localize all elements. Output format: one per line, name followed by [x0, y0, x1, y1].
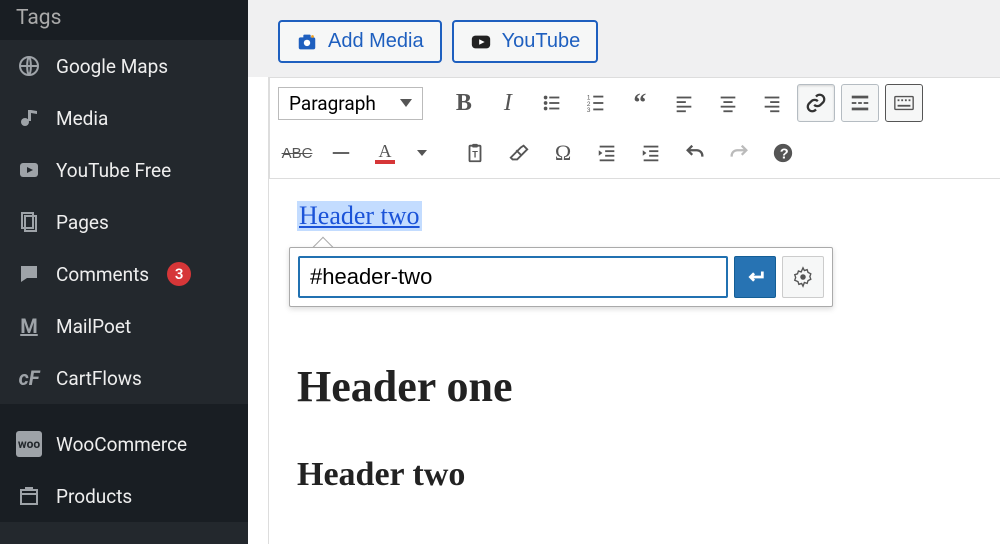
youtube-button[interactable]: YouTube [452, 20, 599, 63]
sidebar-item-label: MailPoet [56, 315, 131, 338]
align-right-icon [761, 92, 783, 114]
numbered-list-icon: 123 [585, 92, 607, 114]
svg-text:3: 3 [587, 107, 591, 114]
redo-button[interactable] [720, 134, 758, 172]
sidebar-item-woocommerce[interactable]: woo WooCommerce [0, 418, 248, 470]
content-heading-2[interactable]: Header two [297, 456, 972, 494]
align-left-button[interactable] [665, 84, 703, 122]
editor-content-area[interactable]: Header two Header one Header two [269, 179, 1000, 544]
main-editor-area: Add Media YouTube Paragraph B I 123 “ [248, 0, 1000, 544]
link-apply-button[interactable] [734, 256, 776, 298]
undo-button[interactable] [676, 134, 714, 172]
sidebar-item-label: Products [56, 485, 132, 508]
align-right-button[interactable] [753, 84, 791, 122]
help-button[interactable]: ? [764, 134, 802, 172]
horizontal-rule-button[interactable] [322, 134, 360, 172]
globe-icon [16, 53, 42, 79]
sidebar-item-cartflows[interactable]: cF CartFlows [0, 352, 248, 404]
comments-count-badge: 3 [167, 262, 191, 286]
content-heading-1[interactable]: Header one [297, 361, 972, 412]
sidebar-item-label: Pages [56, 211, 109, 234]
woocommerce-icon: woo [16, 431, 42, 457]
products-icon [16, 483, 42, 509]
keyboard-icon [893, 92, 915, 114]
clipboard-icon: T [464, 142, 486, 164]
link-url-input[interactable] [298, 256, 728, 298]
cartflows-icon: cF [16, 365, 42, 391]
sidebar-item-mailpoet[interactable]: M MailPoet [0, 300, 248, 352]
hr-icon [330, 142, 352, 164]
blockquote-button[interactable]: “ [621, 84, 659, 122]
text-color-button[interactable]: A [366, 134, 404, 172]
youtube-label: YouTube [502, 30, 581, 53]
bold-button[interactable]: B [445, 84, 483, 122]
sidebar-item-label: Comments [56, 263, 149, 286]
add-media-button[interactable]: Add Media [278, 20, 442, 63]
youtube-icon [470, 31, 492, 53]
clear-formatting-button[interactable] [500, 134, 538, 172]
media-icon [16, 105, 42, 131]
admin-sidebar: Tags Google Maps Media YouTube Free Page… [0, 0, 248, 544]
svg-text:T: T [472, 150, 478, 160]
align-left-icon [673, 92, 695, 114]
sidebar-item-youtube-free[interactable]: YouTube Free [0, 144, 248, 196]
special-char-button[interactable]: Ω [544, 134, 582, 172]
sidebar-item-media[interactable]: Media [0, 92, 248, 144]
chevron-down-icon [400, 99, 412, 107]
toolbar-toggle-button[interactable] [885, 84, 923, 122]
sidebar-item-label: Media [56, 107, 108, 130]
text-color-dropdown[interactable] [410, 134, 434, 172]
enter-icon [744, 266, 766, 288]
format-select-label: Paragraph [289, 92, 376, 115]
sidebar-item-label: WooCommerce [56, 433, 187, 456]
selected-link-text[interactable]: Header two [297, 201, 422, 231]
text-color-icon: A [375, 142, 395, 164]
svg-text:?: ? [780, 147, 789, 163]
undo-icon [684, 142, 706, 164]
strikethrough-button[interactable]: ABC [278, 134, 316, 172]
indent-button[interactable] [632, 134, 670, 172]
outdent-icon [596, 142, 618, 164]
camera-icon [296, 31, 318, 53]
sidebar-item-label: Google Maps [56, 55, 168, 78]
bullet-list-icon [541, 92, 563, 114]
eraser-icon [508, 142, 530, 164]
chevron-down-icon [417, 150, 427, 156]
link-edit-popup [289, 247, 833, 307]
read-more-icon [849, 92, 871, 114]
sidebar-item-label: CartFlows [56, 367, 142, 390]
sidebar-section-tags: Tags [0, 0, 248, 40]
sidebar-divider [0, 404, 248, 418]
sidebar-item-label: YouTube Free [56, 159, 171, 182]
redo-icon [728, 142, 750, 164]
pages-icon [16, 209, 42, 235]
link-options-button[interactable] [782, 256, 824, 298]
insert-link-button[interactable] [797, 84, 835, 122]
link-icon [805, 92, 827, 114]
italic-button[interactable]: I [489, 84, 527, 122]
format-select[interactable]: Paragraph [278, 87, 423, 120]
media-buttons-row: Add Media YouTube [248, 0, 1000, 77]
editor-toolbar: Paragraph B I 123 “ [269, 77, 1000, 179]
sidebar-item-products[interactable]: Products [0, 470, 248, 522]
gear-icon [792, 266, 814, 288]
outdent-button[interactable] [588, 134, 626, 172]
indent-icon [640, 142, 662, 164]
add-media-label: Add Media [328, 30, 424, 53]
numbered-list-button[interactable]: 123 [577, 84, 615, 122]
wysiwyg-editor: Paragraph B I 123 “ [268, 77, 1000, 544]
align-center-button[interactable] [709, 84, 747, 122]
paste-text-button[interactable]: T [456, 134, 494, 172]
bullet-list-button[interactable] [533, 84, 571, 122]
comment-icon [16, 261, 42, 287]
youtube-play-icon [16, 157, 42, 183]
sidebar-item-google-maps[interactable]: Google Maps [0, 40, 248, 92]
sidebar-item-pages[interactable]: Pages [0, 196, 248, 248]
help-icon: ? [772, 142, 794, 164]
mailpoet-icon: M [16, 313, 42, 339]
sidebar-item-comments[interactable]: Comments 3 [0, 248, 248, 300]
align-center-icon [717, 92, 739, 114]
insert-more-button[interactable] [841, 84, 879, 122]
